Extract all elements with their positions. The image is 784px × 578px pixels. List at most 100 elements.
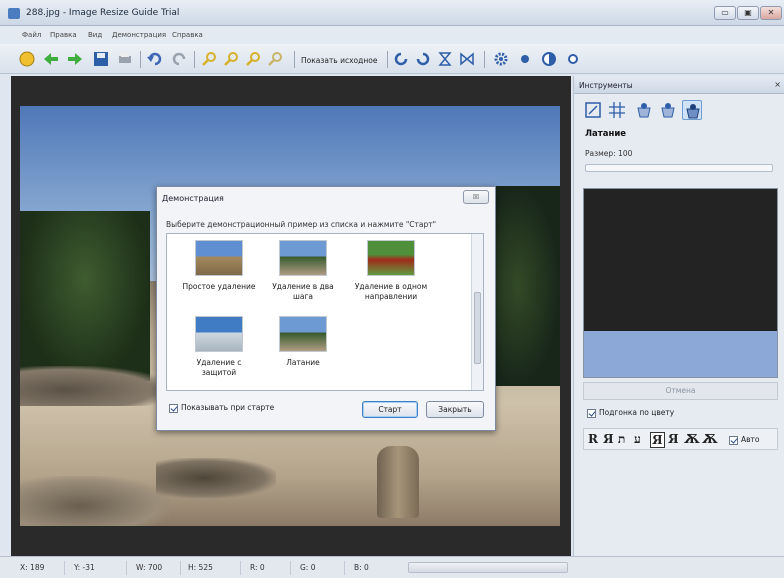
tools-panel-title: Инструменты (579, 81, 633, 90)
menu-bar: Файл Правка Вид Демонстрация Справка (0, 26, 784, 44)
demo-dialog: Демонстрация ☒ Выберите демонстрационный… (156, 186, 496, 431)
photo-stones (156, 458, 276, 498)
status-blue: B: 0 (354, 563, 369, 572)
photo-trees-left (20, 211, 150, 381)
zoom-actual-icon[interactable] (266, 50, 284, 68)
tools-panel-header: Инструменты × (574, 76, 784, 94)
patch-tool-icon[interactable] (682, 100, 702, 120)
app-window: 288.jpg - Image Resize Guide Trial ▭ ▣ ✕… (0, 0, 784, 578)
app-icon (8, 8, 20, 19)
resize-tool-icon[interactable] (583, 100, 603, 120)
show-at-start-checkbox[interactable]: Показывать при старте (169, 403, 274, 413)
mode-button[interactable]: R (588, 432, 598, 446)
examples-list[interactable]: Простое удаление Удаление в два шага Уда… (166, 233, 484, 391)
zoom-in-icon[interactable] (200, 50, 218, 68)
window-title: 288.jpg - Image Resize Guide Trial (26, 8, 180, 18)
example-label: Удаление с защитой (196, 358, 242, 377)
mode-button-active[interactable]: Я (650, 432, 665, 448)
example-label: Простое удаление (182, 282, 256, 291)
auto-checkbox[interactable]: Авто (729, 435, 760, 445)
zoom-fit-icon[interactable] (244, 50, 262, 68)
dialog-title: Демонстрация (162, 194, 224, 203)
dialog-close-button[interactable]: ☒ (463, 190, 489, 204)
cancel-button[interactable]: Отмена (583, 382, 778, 400)
example-thumbnail (279, 240, 327, 276)
redo-icon[interactable] (170, 50, 188, 68)
close-button[interactable]: ✕ (760, 6, 782, 20)
checkbox-box[interactable] (729, 435, 738, 445)
mode-button[interactable]: Я (668, 432, 679, 446)
color-fit-label: Подгонка по цвету (599, 408, 675, 417)
print-icon[interactable] (116, 50, 134, 68)
example-thumbnail (195, 240, 243, 276)
status-progress (408, 562, 568, 573)
mode-button[interactable]: ת (618, 432, 625, 447)
dialog-prompt: Выберите демонстрационный пример из спис… (166, 220, 437, 229)
brightness-icon[interactable] (516, 50, 534, 68)
example-thumbnail (279, 316, 327, 352)
maximize-button[interactable]: ▣ (737, 6, 759, 20)
status-width: W: 700 (136, 563, 163, 572)
tool-heading: Латание (585, 129, 627, 139)
flip-horizontal-icon[interactable] (458, 50, 476, 68)
brush-size-slider[interactable] (585, 164, 773, 172)
save-icon[interactable] (92, 50, 110, 68)
example-two-step-removal[interactable]: Удаление в два шага (263, 240, 343, 302)
mode-button[interactable]: Я (603, 432, 614, 446)
settings-gear-icon[interactable] (492, 50, 510, 68)
photo-pillar (377, 446, 419, 518)
toolbar: Показать исходное (0, 44, 784, 74)
zoom-out-icon[interactable] (222, 50, 240, 68)
panel-close-icon[interactable]: × (774, 80, 781, 89)
examples-scrollbar[interactable] (471, 234, 483, 390)
auto-label: Авто (741, 435, 760, 444)
saturation-icon[interactable] (564, 50, 582, 68)
color-fit-checkbox[interactable]: Подгонка по цвету (587, 408, 674, 418)
example-one-direction-removal[interactable]: Удаление в одном направлении (351, 240, 431, 302)
open-icon[interactable] (18, 50, 36, 68)
mode-button[interactable]: ע (634, 432, 641, 447)
title-bar: 288.jpg - Image Resize Guide Trial ▭ ▣ ✕ (0, 0, 784, 26)
status-y: Y: -31 (74, 563, 95, 572)
menu-edit[interactable]: Правка (50, 31, 77, 39)
status-height: H: 525 (188, 563, 213, 572)
patch-preview (583, 188, 778, 378)
rotate-left-icon[interactable] (392, 50, 410, 68)
menu-demo[interactable]: Демонстрация (112, 31, 166, 39)
checkbox-box[interactable] (587, 408, 596, 418)
show-at-start-label: Показывать при старте (181, 403, 275, 412)
flip-vertical-icon[interactable] (436, 50, 454, 68)
checkbox-box[interactable] (169, 403, 178, 413)
photo-rocks (20, 366, 170, 406)
example-patching[interactable]: Латание (263, 316, 343, 368)
tools-panel: Инструменты × Латание Размер: 100 Отмена… (573, 76, 784, 556)
example-label: Удаление в два шага (272, 282, 334, 301)
example-thumbnail (195, 316, 243, 352)
example-label: Латание (286, 358, 320, 367)
status-x: X: 189 (20, 563, 45, 572)
photo-rocks-foreground (20, 476, 170, 526)
scrollbar-thumb[interactable] (474, 292, 481, 364)
example-protected-removal[interactable]: Удаление с защитой (179, 316, 259, 378)
menu-file[interactable]: Файл (22, 31, 41, 39)
contrast-icon[interactable] (540, 50, 558, 68)
mode-button[interactable]: Ѫ (702, 432, 718, 446)
forward-arrow-icon[interactable] (66, 50, 84, 68)
status-green: G: 0 (300, 563, 316, 572)
start-button[interactable]: Старт (362, 401, 418, 418)
protect-tool-icon[interactable] (658, 100, 678, 120)
status-bar: X: 189 Y: -31 W: 700 H: 525 R: 0 G: 0 B:… (0, 556, 784, 578)
minimize-button[interactable]: ▭ (714, 6, 736, 20)
erase-tool-icon[interactable] (634, 100, 654, 120)
example-simple-removal[interactable]: Простое удаление (179, 240, 259, 292)
back-arrow-icon[interactable] (42, 50, 60, 68)
undo-icon[interactable] (146, 50, 164, 68)
mode-button[interactable]: Ѫ (684, 432, 700, 446)
patch-modes: R Я ת ע Я Я Ѫ Ѫ Авто (583, 428, 778, 450)
crop-grid-tool-icon[interactable] (607, 100, 627, 120)
rotate-right-icon[interactable] (414, 50, 432, 68)
menu-help[interactable]: Справка (172, 31, 203, 39)
dialog-close-text-button[interactable]: Закрыть (426, 401, 484, 418)
menu-view[interactable]: Вид (88, 31, 102, 39)
show-original-button[interactable]: Показать исходное (301, 56, 377, 65)
